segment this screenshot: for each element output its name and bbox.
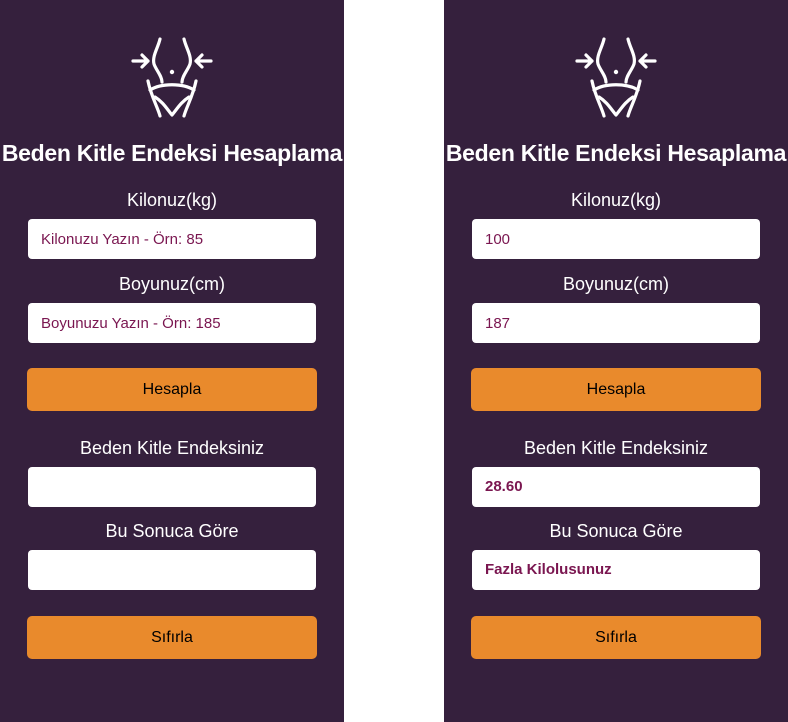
bmi-calculator-panel-empty: Beden Kitle Endeksi Hesaplama Kilonuz(kg…: [0, 0, 344, 722]
bmi-label: Beden Kitle Endeksiniz: [79, 438, 265, 458]
result-label: Bu Sonuca Göre: [549, 521, 683, 541]
weight-label: Kilonuz(kg): [570, 190, 662, 210]
bmi-label: Beden Kitle Endeksiniz: [523, 438, 709, 458]
calculate-button[interactable]: Hesapla: [471, 368, 761, 411]
reset-button[interactable]: Sıfırla: [27, 616, 317, 659]
bmi-output: 28.60: [472, 467, 760, 507]
height-input[interactable]: [472, 303, 760, 343]
bmi-calculator-panel-filled: Beden Kitle Endeksi Hesaplama Kilonuz(kg…: [444, 0, 788, 722]
bmi-output: [28, 467, 316, 507]
weight-input[interactable]: [28, 219, 316, 259]
page-title: Beden Kitle Endeksi Hesaplama: [1, 140, 343, 166]
result-label: Bu Sonuca Göre: [105, 521, 239, 541]
waist-slim-icon: [129, 36, 215, 118]
calculate-button[interactable]: Hesapla: [27, 368, 317, 411]
page-title: Beden Kitle Endeksi Hesaplama: [445, 140, 787, 166]
waist-slim-icon: [573, 36, 659, 118]
height-label: Boyunuz(cm): [562, 274, 670, 294]
height-label: Boyunuz(cm): [118, 274, 226, 294]
reset-button[interactable]: Sıfırla: [471, 616, 761, 659]
height-input[interactable]: [28, 303, 316, 343]
weight-input[interactable]: [472, 219, 760, 259]
result-output: Fazla Kilolusunuz: [472, 550, 760, 590]
weight-label: Kilonuz(kg): [126, 190, 218, 210]
result-output: [28, 550, 316, 590]
